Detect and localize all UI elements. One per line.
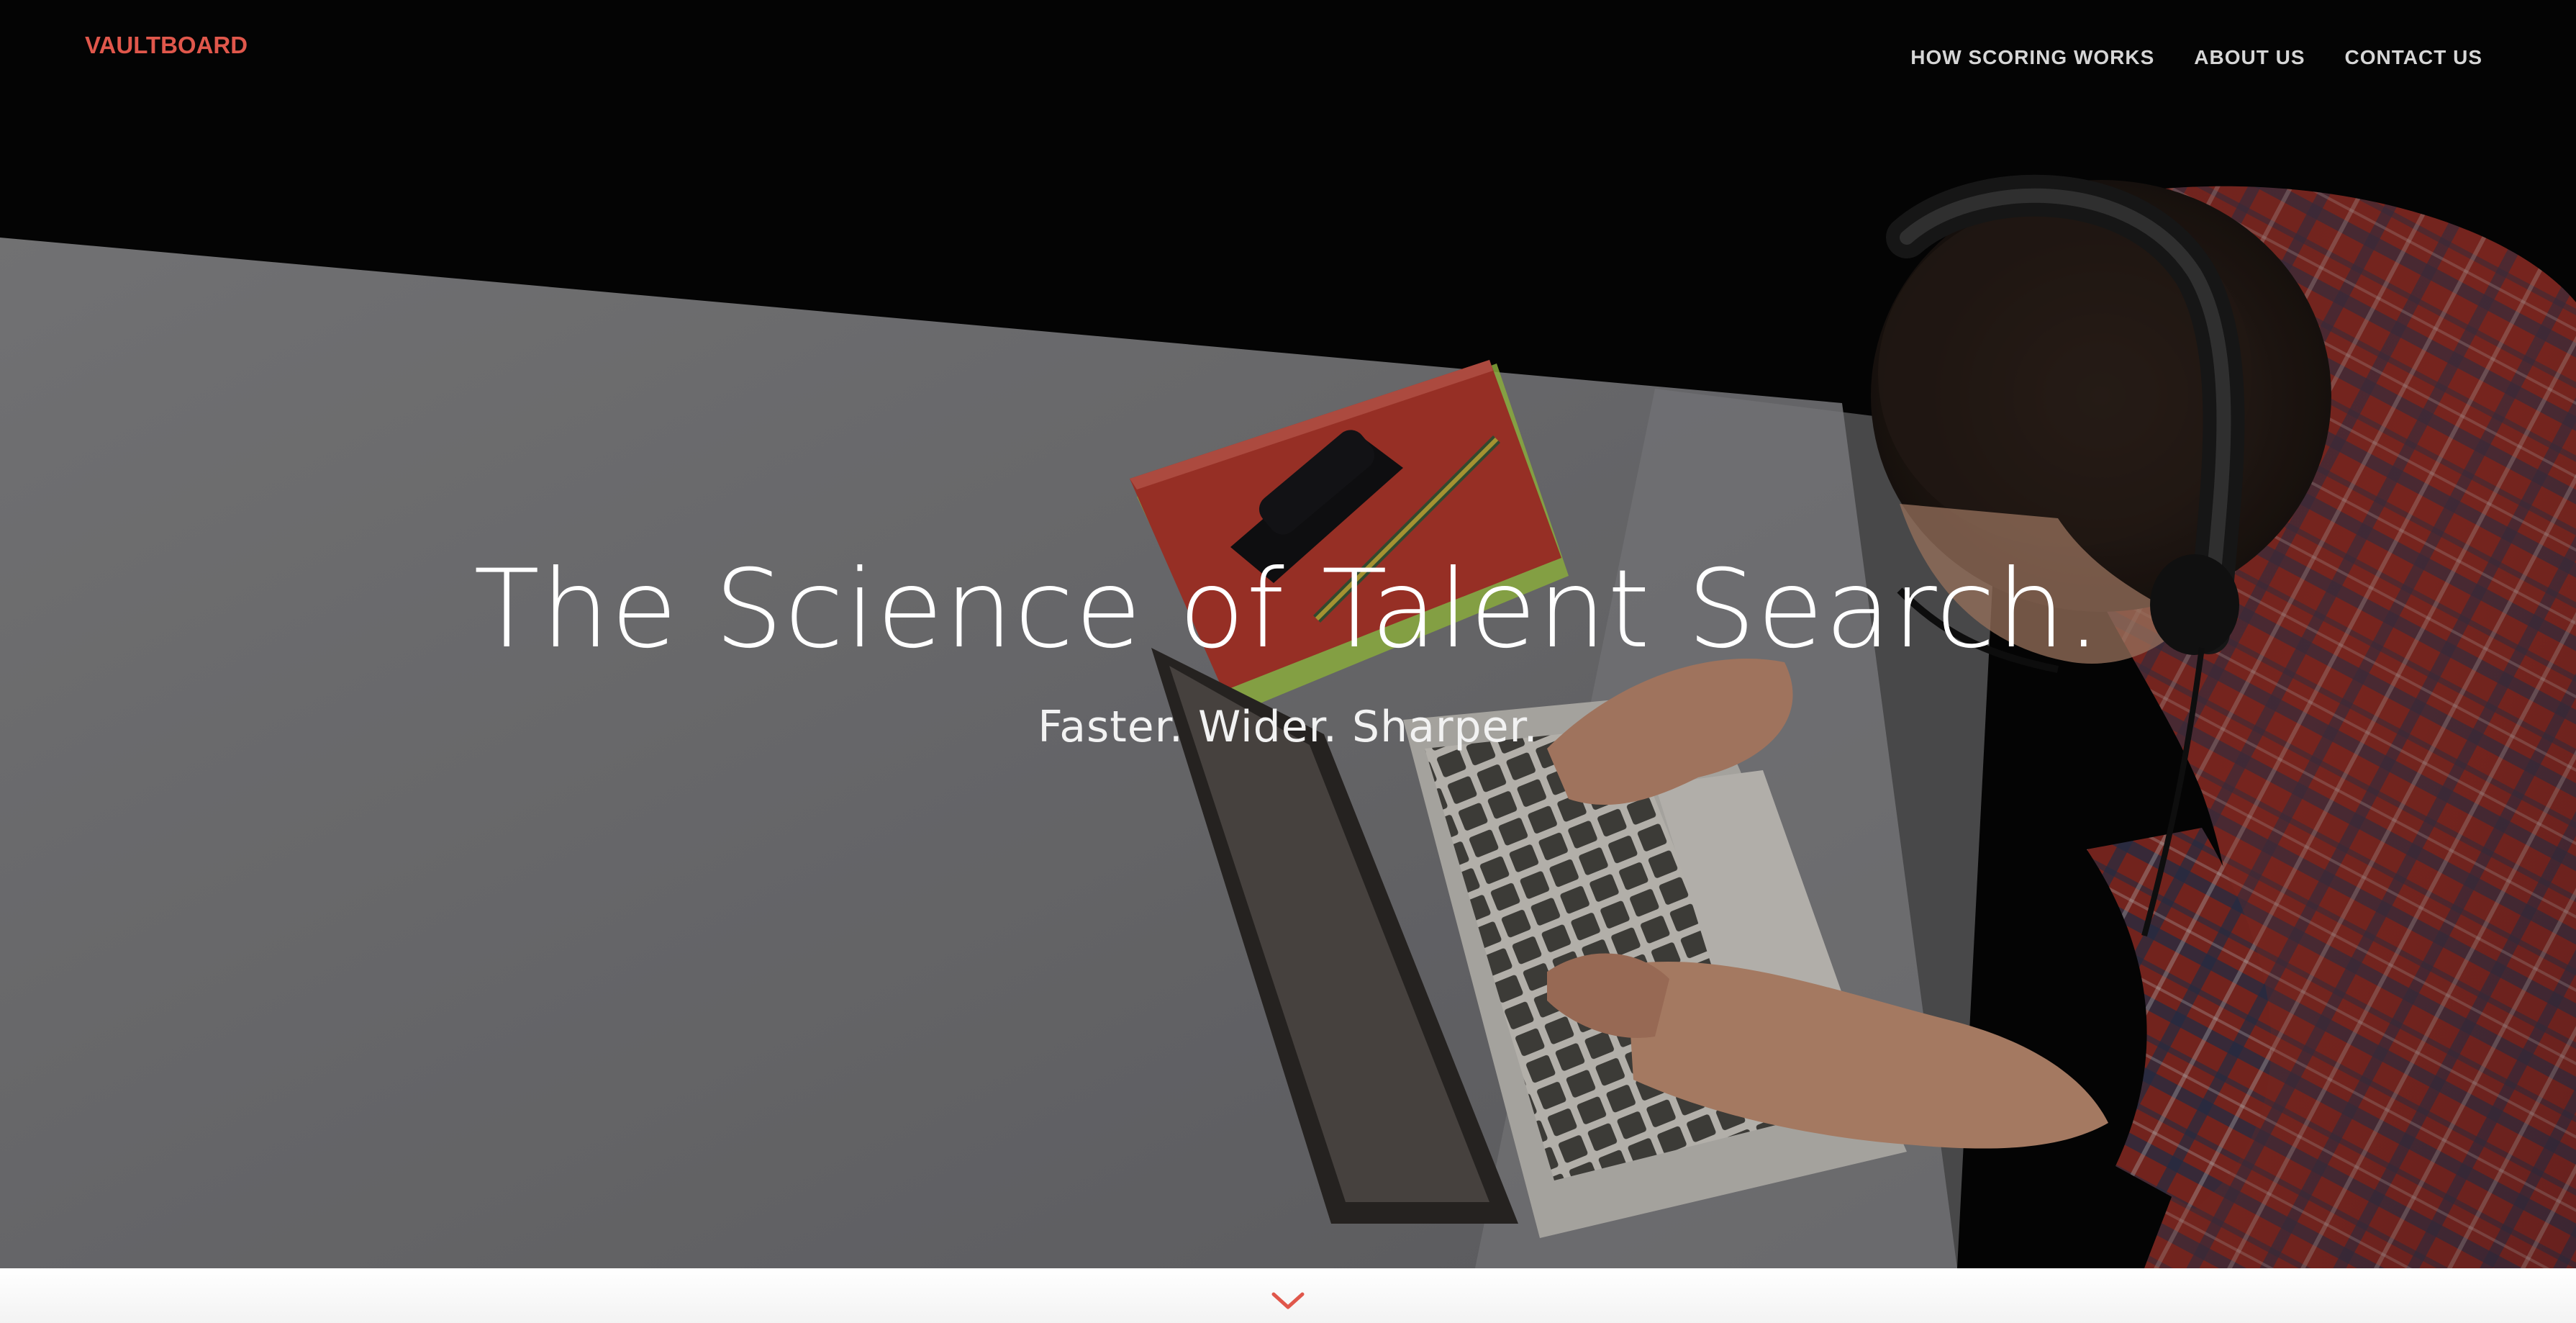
main-nav: HOW SCORING WORKS ABOUT US CONTACT US [1910,46,2482,69]
nav-about-us[interactable]: ABOUT US [2194,46,2305,69]
hero-section: VAULTBOARD HOW SCORING WORKS ABOUT US CO… [0,0,2576,1268]
brand-logo[interactable]: VAULTBOARD [85,32,248,59]
page: VAULTBOARD HOW SCORING WORKS ABOUT US CO… [0,0,2576,1323]
chevron-down-icon[interactable] [1271,1290,1305,1311]
hero-subtitle: Faster. Wider. Sharper. [1038,702,1538,752]
nav-contact-us[interactable]: CONTACT US [2345,46,2482,69]
nav-how-scoring-works[interactable]: HOW SCORING WORKS [1910,46,2154,69]
hero-title: The Science of Talent Search. [473,547,2103,672]
